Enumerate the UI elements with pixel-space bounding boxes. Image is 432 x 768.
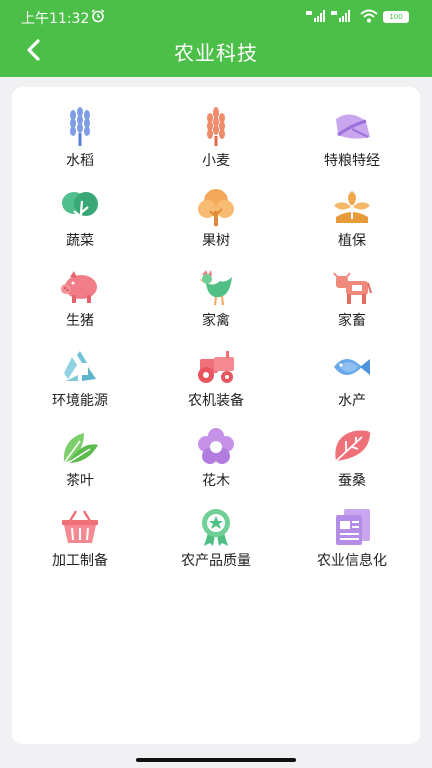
category-label: 农机装备: [188, 393, 244, 409]
flower-icon: [198, 428, 234, 464]
category-pig[interactable]: 生猪: [12, 265, 148, 345]
category-label: 农产品质量: [181, 553, 251, 569]
quality-award-icon: [202, 509, 230, 546]
tea-leaf-icon: [63, 433, 98, 464]
category-label: 水产: [338, 393, 366, 409]
mulberry-leaf-icon: [335, 430, 371, 462]
category-environment-energy[interactable]: 环境能源: [12, 345, 148, 425]
recycle-icon: [64, 351, 96, 381]
category-product-quality[interactable]: 农产品质量: [148, 505, 284, 585]
category-aquatic[interactable]: 水产: [284, 345, 420, 425]
category-label: 生猪: [66, 313, 94, 329]
page-title: 农业科技: [174, 41, 258, 65]
signal-icon: [306, 10, 325, 22]
category-flowers-trees[interactable]: 花木: [148, 425, 284, 505]
category-label: 农业信息化: [317, 553, 387, 569]
fish-icon: [334, 359, 370, 375]
plant-protection-icon: [334, 191, 370, 223]
category-tea[interactable]: 茶叶: [12, 425, 148, 505]
category-plant-protection[interactable]: 植保: [284, 185, 420, 265]
category-label: 环境能源: [52, 393, 108, 409]
category-vegetable[interactable]: 蔬菜: [12, 185, 148, 265]
category-label: 果树: [202, 233, 230, 249]
status-bar: 上午11:32 100: [0, 0, 432, 30]
status-time: 上午11:32: [21, 11, 90, 27]
rooster-icon: [200, 270, 232, 306]
battery-icon: 100: [383, 11, 409, 23]
category-livestock[interactable]: 家畜: [284, 265, 420, 345]
app-header: 上午11:32 100 农业科技: [0, 0, 432, 77]
category-label: 蚕桑: [338, 473, 366, 489]
home-indicator[interactable]: [136, 758, 296, 762]
category-wheat[interactable]: 小麦: [148, 105, 284, 185]
pig-icon: [61, 271, 97, 303]
category-label: 加工制备: [52, 553, 108, 569]
alarm-icon: [91, 9, 105, 23]
category-sericulture[interactable]: 蚕桑: [284, 425, 420, 505]
category-grid: 水稻 小麦 特粮特经 蔬菜 果树 植保 生猪 家禽 家畜 环境能源 农机装备 水…: [12, 105, 420, 585]
signal-icon-2: [331, 10, 350, 22]
rice-icon: [70, 107, 90, 146]
category-agri-informatization[interactable]: 农业信息化: [284, 505, 420, 585]
category-card: 水稻 小麦 特粮特经 蔬菜 果树 植保 生猪 家禽 家畜 环境能源 农机装备 水…: [12, 87, 420, 744]
wheat-icon: [207, 107, 225, 146]
category-rice[interactable]: 水稻: [12, 105, 148, 185]
category-label: 家畜: [338, 313, 366, 329]
category-label: 茶叶: [66, 473, 94, 489]
category-label: 小麦: [202, 153, 230, 169]
category-agri-machinery[interactable]: 农机装备: [148, 345, 284, 425]
basket-icon: [62, 510, 98, 543]
category-label: 家禽: [202, 313, 230, 329]
vegetable-icon: [62, 192, 98, 226]
info-document-icon: [336, 509, 370, 545]
category-label: 水稻: [66, 153, 94, 169]
category-fruit-tree[interactable]: 果树: [148, 185, 284, 265]
category-label: 植保: [338, 233, 366, 249]
category-poultry[interactable]: 家禽: [148, 265, 284, 345]
category-label: 特粮特经: [324, 153, 380, 169]
wifi-icon: [360, 9, 378, 23]
category-special-grain[interactable]: 特粮特经: [284, 105, 420, 185]
category-label: 蔬菜: [66, 233, 94, 249]
tractor-icon: [198, 351, 234, 383]
category-label: 花木: [202, 473, 230, 489]
fruit-tree-icon: [198, 189, 234, 226]
special-grain-icon: [336, 114, 370, 139]
category-processing[interactable]: 加工制备: [12, 505, 148, 585]
cattle-icon: [333, 272, 372, 304]
